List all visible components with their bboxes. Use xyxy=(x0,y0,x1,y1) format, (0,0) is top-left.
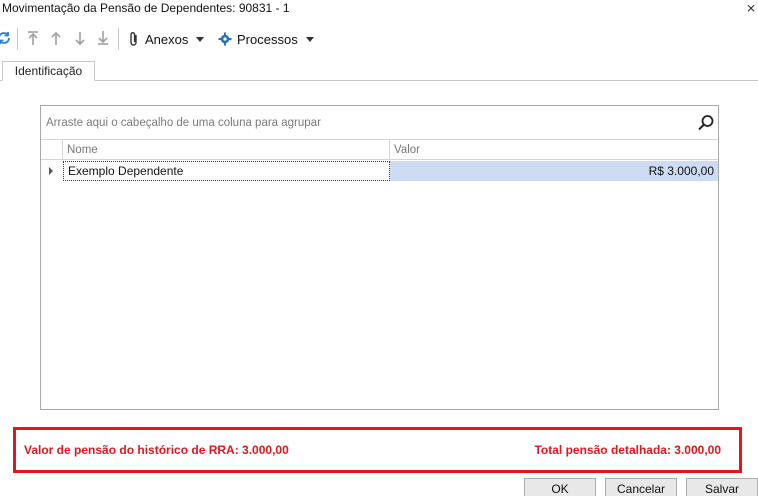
close-icon[interactable]: ⨯ xyxy=(744,0,758,16)
processos-menu-button[interactable]: Processos xyxy=(218,29,314,49)
cell-nome[interactable]: Exemplo Dependente xyxy=(63,161,390,181)
move-last-icon[interactable] xyxy=(95,29,111,47)
window-title: Movimentação da Pensão de Dependentes: 9… xyxy=(2,1,290,15)
move-first-icon[interactable] xyxy=(25,29,41,47)
anexos-label: Anexos xyxy=(145,31,189,47)
ok-button[interactable]: OK xyxy=(524,478,596,496)
anexos-menu-button[interactable]: Anexos xyxy=(128,29,205,49)
toolbar-separator xyxy=(118,28,119,50)
group-by-hint: Arraste aqui o cabeçalho de uma coluna p… xyxy=(46,117,321,129)
title-bar: Movimentação da Pensão de Dependentes: 9… xyxy=(0,0,758,18)
summary-box: Valor de pensão do histórico de RRA: 3.0… xyxy=(13,427,742,473)
search-icon[interactable] xyxy=(697,114,715,132)
toolbar-separator xyxy=(17,28,18,50)
cancel-button[interactable]: Cancelar xyxy=(605,478,677,496)
row-pointer-icon xyxy=(49,167,53,175)
move-down-icon[interactable] xyxy=(72,29,88,47)
table-row[interactable]: Exemplo Dependente R$ 3.000,00 xyxy=(41,161,718,181)
gear-icon xyxy=(218,32,232,46)
chevron-down-icon xyxy=(196,36,205,42)
tab-identificacao[interactable]: Identificação xyxy=(2,61,95,81)
refresh-icon[interactable] xyxy=(0,29,12,47)
row-indicator-header xyxy=(41,140,63,160)
grid-header: Nome Valor xyxy=(41,140,718,160)
column-header-valor[interactable]: Valor xyxy=(390,140,718,160)
rra-pension-value: Valor de pensão do histórico de RRA: 3.0… xyxy=(24,443,289,457)
total-pension-detailed: Total pensão detalhada: 3.000,00 xyxy=(534,443,721,457)
column-header-nome[interactable]: Nome xyxy=(63,140,390,160)
group-by-panel[interactable]: Arraste aqui o cabeçalho de uma coluna p… xyxy=(41,106,718,140)
paperclip-icon xyxy=(130,32,137,46)
toolbar: Anexos Processos xyxy=(0,24,758,54)
save-button[interactable]: Salvar xyxy=(686,478,758,496)
dependents-grid: Arraste aqui o cabeçalho de uma coluna p… xyxy=(40,105,719,410)
move-up-icon[interactable] xyxy=(48,29,64,47)
row-indicator xyxy=(41,161,63,181)
cell-valor[interactable]: R$ 3.000,00 xyxy=(390,161,718,181)
chevron-down-icon xyxy=(305,36,314,42)
processos-label: Processos xyxy=(237,31,298,47)
